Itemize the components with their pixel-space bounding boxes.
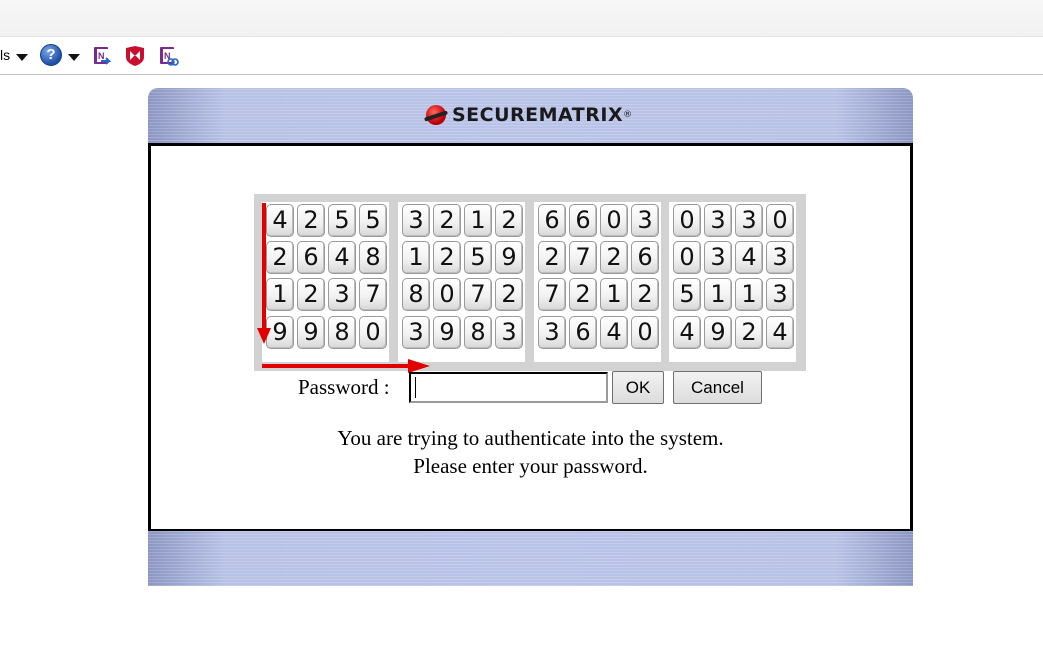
matrix-cell: 4 [266, 204, 294, 237]
matrix-cell: 0 [433, 278, 461, 311]
onenote-send-icon[interactable]: N [91, 45, 113, 67]
matrix-cell: 7 [359, 278, 387, 311]
securematrix-logo: SECUREMATRIX ® [426, 103, 632, 127]
matrix-cell: 2 [735, 316, 763, 349]
matrix-cell: 2 [433, 241, 461, 274]
matrix-cell: 6 [569, 204, 597, 237]
password-input[interactable] [409, 372, 608, 403]
matrix-cell: 3 [766, 241, 794, 274]
matrix-cell: 1 [735, 278, 763, 311]
tools-dropdown-caret-icon[interactable] [16, 54, 28, 61]
matrix-cell: 7 [464, 278, 492, 311]
matrix-cell: 3 [735, 204, 763, 237]
matrix-cell: 2 [433, 204, 461, 237]
matrix-cell: 7 [538, 278, 566, 311]
matrix-cell: 5 [328, 204, 356, 237]
matrix-cell: 0 [359, 316, 387, 349]
matrix-cell: 9 [495, 241, 523, 274]
auth-message-line-2: Please enter your password. [413, 454, 648, 478]
matrix-cell: 3 [766, 278, 794, 311]
matrix-cell: 2 [600, 241, 628, 274]
auth-message-line-1: You are trying to authenticate into the … [337, 426, 724, 450]
matrix-cell: 8 [464, 316, 492, 349]
matrix-cell: 0 [673, 241, 701, 274]
matrix-cell: 3 [495, 316, 523, 349]
matrix-cell: 0 [631, 316, 659, 349]
matrix-cell: 9 [704, 316, 732, 349]
matrix-cell: 3 [402, 204, 430, 237]
annotation-arrow-down [262, 203, 266, 331]
matrix-block: 4255264812379980 [262, 202, 389, 362]
matrix-cell: 7 [569, 241, 597, 274]
matrix-block: 3212125980723983 [398, 202, 525, 362]
matrix-cell: 4 [328, 241, 356, 274]
annotation-arrow-down-head-icon [257, 328, 271, 344]
matrix-cell: 3 [538, 316, 566, 349]
browser-title-area [0, 0, 1043, 36]
annotation-arrow-right-head-icon [408, 359, 430, 373]
cancel-button[interactable]: Cancel [673, 371, 762, 404]
help-icon[interactable]: ? [40, 44, 62, 66]
matrix-cell: 8 [402, 278, 430, 311]
matrix-cell: 6 [631, 241, 659, 274]
matrix-cell: 5 [464, 241, 492, 274]
matrix-cell: 6 [569, 316, 597, 349]
matrix-cell: 1 [402, 241, 430, 274]
matrix-cell: 0 [673, 204, 701, 237]
mcafee-shield-icon[interactable] [124, 45, 146, 67]
matrix-cell: 0 [766, 204, 794, 237]
matrix-cell: 4 [766, 316, 794, 349]
help-dropdown-caret-icon[interactable] [68, 54, 80, 61]
matrix-cell: 3 [704, 241, 732, 274]
matrix-block: 6603272672123640 [534, 202, 661, 362]
matrix-block: 0330034351134924 [669, 202, 796, 362]
matrix-cell: 6 [538, 204, 566, 237]
matrix-cell: 4 [735, 241, 763, 274]
panel-footer [148, 531, 913, 586]
onenote-linked-notes-icon[interactable]: N [157, 45, 179, 67]
svg-text:N: N [98, 51, 105, 61]
brand-name: SECUREMATRIX [452, 104, 624, 126]
registered-mark: ® [623, 110, 633, 120]
matrix-cell: 1 [266, 278, 294, 311]
matrix-cell: 3 [631, 204, 659, 237]
matrix-cell: 5 [359, 204, 387, 237]
matrix-cell: 2 [538, 241, 566, 274]
matrix-cell: 2 [631, 278, 659, 311]
matrix-cell: 2 [569, 278, 597, 311]
matrix-cell: 4 [673, 316, 701, 349]
matrix-cell: 0 [600, 204, 628, 237]
securematrix-logo-icon [426, 105, 446, 125]
matrix-cell: 4 [600, 316, 628, 349]
matrix-cell: 8 [359, 241, 387, 274]
matrix-cell: 3 [328, 278, 356, 311]
password-matrix: 4255264812379980321212598072398366032726… [254, 194, 806, 371]
text-caret [415, 377, 416, 398]
matrix-cell: 1 [704, 278, 732, 311]
annotation-arrow-right [262, 364, 412, 368]
matrix-cell: 8 [328, 316, 356, 349]
matrix-cell: 2 [297, 204, 325, 237]
matrix-cell: 2 [495, 204, 523, 237]
matrix-cell: 2 [495, 278, 523, 311]
matrix-cell: 2 [266, 241, 294, 274]
matrix-cell: 3 [704, 204, 732, 237]
password-label: Password : [298, 375, 390, 399]
matrix-cell: 9 [297, 316, 325, 349]
tools-menu-label[interactable]: ls [0, 47, 10, 63]
ok-button[interactable]: OK [612, 371, 664, 404]
matrix-cell: 1 [464, 204, 492, 237]
matrix-cell: 3 [402, 316, 430, 349]
matrix-cell: 2 [297, 278, 325, 311]
matrix-cell: 6 [297, 241, 325, 274]
matrix-cell: 9 [433, 316, 461, 349]
matrix-cell: 5 [673, 278, 701, 311]
matrix-cell: 1 [600, 278, 628, 311]
